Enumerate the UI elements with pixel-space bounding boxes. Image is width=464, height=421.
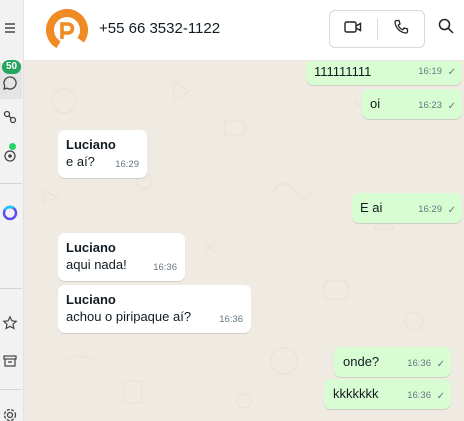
message-text: onde? <box>343 354 380 369</box>
sent-check-icon: ✓ <box>447 67 456 78</box>
video-call-button[interactable] <box>330 11 377 47</box>
message-sender: Luciano <box>66 240 116 255</box>
channels-update-dot <box>9 143 16 150</box>
voice-call-button[interactable] <box>378 11 425 47</box>
message-incoming[interactable]: Luciano e aí? 16:29 <box>58 130 147 178</box>
left-rail: 50 <box>0 0 24 421</box>
message-time: 16:36 <box>407 390 431 401</box>
message-sender: Luciano <box>66 137 116 152</box>
message-text: E ai <box>360 200 383 215</box>
message-outgoing[interactable]: E ai 16:29 ✓ <box>352 193 462 223</box>
message-outgoing[interactable]: oi 16:23 ✓ <box>362 89 462 119</box>
message-outgoing[interactable]: kkkkkkk 16:36 ✓ <box>324 379 451 409</box>
unread-badge: 50 <box>2 60 22 74</box>
message-sender: Luciano <box>66 292 116 307</box>
message-text: aqui nada! <box>66 257 127 272</box>
sent-check-icon: ✓ <box>436 391 445 402</box>
contact-name[interactable]: +55 66 3532-1122 <box>99 20 220 37</box>
archive-icon[interactable] <box>0 351 20 371</box>
menu-icon[interactable] <box>0 18 20 38</box>
message-text: oi <box>370 96 381 111</box>
message-text: kkkkkkk <box>333 386 379 401</box>
contact-avatar[interactable] <box>46 9 88 51</box>
message-text: achou o piripaque aí? <box>66 309 192 324</box>
sent-check-icon: ✓ <box>447 205 456 216</box>
message-time: 16:36 <box>219 314 243 325</box>
settings-icon[interactable] <box>0 405 20 421</box>
chat-area[interactable]: 111111111 16:19 ✓ oi 16:23 ✓ Luciano e a… <box>24 61 464 421</box>
status-icon[interactable] <box>0 107 20 127</box>
rail-divider <box>0 183 22 184</box>
sent-check-icon: ✓ <box>447 101 456 112</box>
message-incoming[interactable]: Luciano aqui nada! 16:36 <box>58 233 185 281</box>
message-time: 16:36 <box>407 358 431 369</box>
meta-ai-icon[interactable] <box>0 203 20 223</box>
chats-icon[interactable] <box>0 73 20 93</box>
search-icon <box>438 18 454 38</box>
message-text: e aí? <box>66 154 95 169</box>
message-time: 16:19 <box>418 66 442 77</box>
call-buttons <box>329 10 425 48</box>
chat-header: +55 66 3532-1122 <box>24 0 464 61</box>
phone-icon <box>393 19 409 40</box>
search-button[interactable] <box>438 18 454 39</box>
message-incoming[interactable]: Luciano achou o piripaque aí? 16:36 <box>58 285 251 333</box>
message-text: 111111111 <box>314 64 372 79</box>
message-time: 16:36 <box>153 262 177 273</box>
video-camera-icon <box>344 20 362 39</box>
rail-divider <box>0 389 22 390</box>
message-time: 16:23 <box>418 100 442 111</box>
message-outgoing[interactable]: onde? 16:36 ✓ <box>334 347 451 377</box>
starred-icon[interactable] <box>0 313 20 333</box>
message-time: 16:29 <box>115 159 139 170</box>
message-outgoing[interactable]: 111111111 16:19 ✓ <box>306 61 462 85</box>
message-time: 16:29 <box>418 204 442 215</box>
sent-check-icon: ✓ <box>436 359 445 370</box>
rail-divider <box>0 288 22 289</box>
